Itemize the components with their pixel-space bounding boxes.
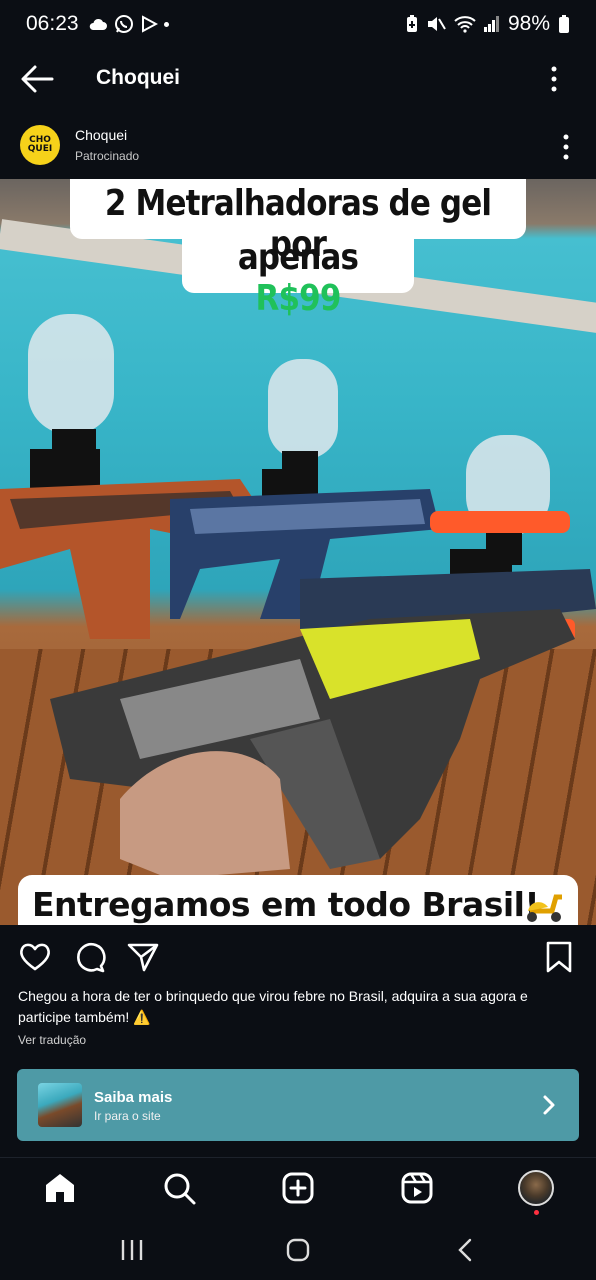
cta-thumbnail [38, 1083, 82, 1127]
whatsapp-icon [115, 15, 133, 33]
battery-icon [559, 15, 569, 33]
post-header: CHO QUEI Choquei Patrocinado [0, 112, 596, 178]
heart-icon[interactable] [18, 940, 52, 974]
reels-icon[interactable] [399, 1170, 435, 1206]
headline-line-2: apenas R$99 [198, 237, 398, 319]
see-translation-link[interactable]: Ver tradução [18, 1033, 86, 1047]
bottom-nav [0, 1160, 596, 1218]
more-vertical-icon[interactable] [549, 66, 559, 92]
battery-saver-icon [406, 15, 417, 32]
status-time: 06:23 [26, 12, 79, 35]
post-caption: Chegou a hora de ter o brinquedo que vir… [18, 988, 528, 1025]
home-icon[interactable] [42, 1170, 78, 1206]
signal-icon [483, 16, 499, 32]
post-image[interactable]: 2 Metralhadoras de gel por apenas R$99 E… [0, 179, 596, 925]
recents-icon[interactable] [118, 1236, 146, 1264]
divider [0, 1157, 596, 1158]
headline-prefix: apenas [237, 237, 359, 278]
sponsored-label: Patrocinado [75, 149, 140, 163]
status-bar: 06:23 98% [0, 0, 596, 50]
search-icon[interactable] [161, 1170, 197, 1206]
dot-icon [164, 21, 169, 27]
home-circle-icon[interactable] [284, 1236, 312, 1264]
cloud-icon [89, 18, 107, 30]
comment-icon[interactable] [72, 940, 106, 974]
mute-icon [427, 17, 446, 31]
scooter-icon [527, 894, 562, 922]
cta-subtitle: Ir para o site [94, 1109, 161, 1123]
post-actions [0, 930, 596, 982]
chevron-right-icon [543, 1095, 555, 1115]
learn-more-button[interactable]: Saiba mais Ir para o site [17, 1069, 579, 1141]
share-icon[interactable] [126, 940, 160, 974]
play-store-icon [142, 15, 158, 33]
post-more-icon[interactable] [561, 134, 571, 160]
logo-text: CHO QUEI [27, 135, 53, 154]
wifi-icon [454, 16, 476, 33]
notification-dot [534, 1210, 539, 1215]
bookmark-icon[interactable] [542, 940, 576, 974]
account-name[interactable]: Choquei [75, 127, 127, 143]
top-header: Choquei [0, 50, 596, 108]
cta-title: Saiba mais [94, 1089, 173, 1106]
back-arrow-icon[interactable] [20, 64, 54, 94]
create-icon[interactable] [280, 1170, 316, 1206]
header-title: Choquei [96, 66, 180, 89]
account-avatar[interactable]: CHO QUEI [20, 125, 60, 165]
battery-percent: 98% [507, 12, 550, 35]
profile-avatar[interactable] [518, 1170, 554, 1206]
back-icon[interactable] [452, 1236, 480, 1264]
system-nav [0, 1220, 596, 1280]
footer-text: Entregamos em todo Brasil! [32, 885, 540, 924]
headline-price: R$99 [255, 278, 341, 319]
